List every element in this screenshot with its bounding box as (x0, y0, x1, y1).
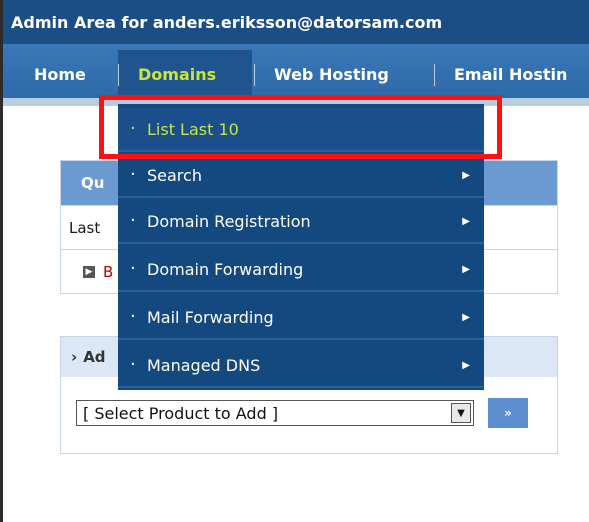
chevron-right-icon: › (71, 348, 78, 366)
submenu-arrow-icon: ▶ (462, 311, 470, 323)
nav-web-hosting[interactable]: Web Hosting (274, 65, 389, 84)
admin-title-bar: Admin Area for anders.eriksson@datorsam.… (3, 0, 589, 44)
menu-item-mail-forwarding[interactable]: · Mail Forwarding ▶ (118, 296, 484, 340)
quick-row-link-text[interactable]: B (103, 263, 113, 281)
nav-separator (254, 64, 255, 86)
nav-email-hosting[interactable]: Email Hostin (454, 65, 567, 84)
bullet-icon: · (130, 210, 136, 231)
quick-row-last-text: Last (69, 218, 101, 237)
bullet-icon: · (130, 354, 136, 375)
submenu-arrow-icon: ▶ (462, 359, 470, 371)
submenu-arrow-icon: ▶ (462, 215, 470, 227)
bullet-icon: · (130, 258, 136, 279)
submenu-arrow-icon: ▶ (462, 263, 470, 275)
add-product-go-button[interactable]: » (488, 398, 528, 428)
nav-separator (118, 64, 119, 86)
admin-title: Admin Area for anders.eriksson@datorsam.… (11, 12, 443, 32)
menu-item-domain-forwarding[interactable]: · Domain Forwarding ▶ (118, 248, 484, 292)
submenu-arrow-icon: ▶ (462, 169, 470, 181)
select-dropdown-icon[interactable]: ▼ (451, 403, 471, 423)
product-select-value: [ Select Product to Add ] (83, 403, 279, 423)
nav-separator (434, 64, 435, 86)
menu-item-search[interactable]: · Search ▶ (118, 154, 484, 198)
menu-item-domain-registration[interactable]: · Domain Registration ▶ (118, 200, 484, 244)
menu-item-label: Search (147, 165, 202, 185)
add-panel-title: Ad (83, 348, 106, 366)
nav-domains[interactable]: Domains (138, 65, 216, 84)
bullet-icon: · (130, 306, 136, 327)
menu-item-label: Mail Forwarding (147, 307, 274, 327)
menu-item-label: Managed DNS (147, 355, 261, 375)
product-select[interactable]: [ Select Product to Add ] ▼ (76, 400, 474, 426)
nav-home[interactable]: Home (34, 65, 86, 84)
arrow-right-icon: ▶ (83, 265, 95, 278)
menu-item-managed-dns[interactable]: · Managed DNS ▶ (118, 344, 484, 388)
bullet-icon: · (130, 164, 136, 185)
highlight-annotation-box (99, 95, 502, 159)
menu-item-label: Domain Registration (147, 211, 311, 231)
menu-item-label: Domain Forwarding (147, 259, 304, 279)
double-chevron-right-icon: » (504, 406, 512, 420)
